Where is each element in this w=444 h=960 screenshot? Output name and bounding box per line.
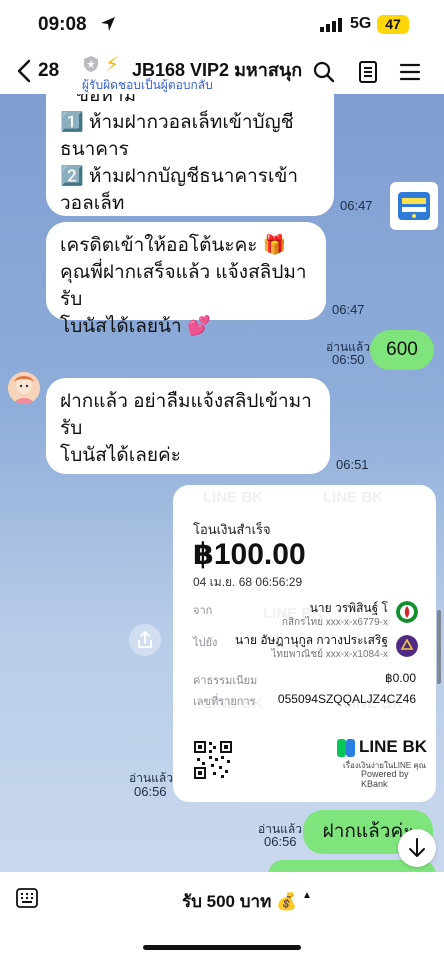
- message-line: 1️⃣ ห้ามฝากวอลเล็ทเข้าบัญชี: [60, 112, 294, 133]
- arrow-down-icon: [409, 838, 425, 857]
- message-time: 06:56: [134, 784, 167, 799]
- watermark: LINE BK: [323, 489, 383, 506]
- powered-by: Powered by KBank: [361, 769, 409, 789]
- linebk-brand: LINE BK: [359, 737, 427, 756]
- sticker-thumbnail[interactable]: [390, 182, 438, 230]
- message-line: ข้อห้าม: [76, 94, 137, 106]
- avatar-image: [8, 372, 40, 404]
- message-line: เครดิตเข้าให้ออโต้นะคะ 🎁: [60, 235, 287, 256]
- receipt-date: 04 เม.ย. 68 06:56:29: [193, 575, 303, 589]
- ref-label: เลขที่รายการ: [193, 696, 256, 708]
- message-time: 06:51: [336, 457, 369, 472]
- scroll-to-bottom-button[interactable]: [398, 829, 436, 867]
- ref-value: 055094SZQQALJZ4CZ46: [277, 692, 416, 706]
- message-line: ธนาคาร: [60, 139, 129, 160]
- sticker-icon: [398, 192, 430, 220]
- back-icon[interactable]: [16, 58, 32, 84]
- message-time: 06:50: [332, 352, 365, 367]
- message-line: โบนัสได้เลยค่ะ: [60, 445, 181, 466]
- shield-icon: [84, 56, 98, 72]
- share-icon: [138, 630, 152, 648]
- status-bar: 09:08 5G 47: [0, 0, 444, 52]
- kbank-logo-icon: [396, 601, 418, 623]
- chat-subtitle: ผู้รับผิดชอบเป็นผู้ตอบกลับ: [82, 78, 213, 92]
- message-line: 2️⃣ ห้ามฝากบัญชีธนาคารเข้า: [60, 166, 299, 187]
- message-bubble[interactable]: ฝากแล้ว อย่าลืมแจ้งสลิปเข้ามารับ โบนัสได…: [46, 378, 330, 474]
- message-bubble[interactable]: เครดิตเข้าให้ออโต้นะคะ 🎁 คุณพี่ฝากเสร็จแ…: [46, 222, 326, 337]
- from-label: จาก: [193, 605, 213, 617]
- from-account: กสิกรไทย xxx-x-x6779-x: [281, 617, 388, 628]
- menu-icon[interactable]: [398, 60, 422, 84]
- scb-logo-icon: [396, 635, 418, 657]
- transfer-slip-image[interactable]: LINE BK LINE BK LINE BK LINE BK LINE BK …: [173, 485, 436, 802]
- receipt-amount: ฿100.00: [193, 538, 306, 571]
- message-bubble[interactable]: ข้อห้าม 1️⃣ ห้ามฝากวอลเล็ทเข้าบัญชี ธนาค…: [46, 94, 334, 216]
- fee-value: ฿0.00: [385, 671, 416, 685]
- bolt-icon: ⚡: [105, 54, 120, 76]
- linebk-logo-icon: [337, 739, 355, 757]
- rich-menu-label[interactable]: รับ 500 บาท 💰: [182, 888, 297, 915]
- search-icon[interactable]: [312, 60, 336, 84]
- share-button[interactable]: [129, 624, 161, 656]
- home-indicator: [143, 945, 301, 950]
- message-time: 06:56: [264, 834, 297, 849]
- chat-area[interactable]: ข้อห้าม 1️⃣ ห้ามฝากวอลเล็ทเข้าบัญชี ธนาค…: [0, 94, 444, 872]
- status-time: 09:08: [38, 14, 87, 35]
- message-line: โบนัสได้เลยน้า 💕: [60, 316, 211, 337]
- keyboard-icon[interactable]: [16, 888, 38, 908]
- caret-up-icon[interactable]: ▲: [302, 890, 312, 901]
- avatar[interactable]: [8, 372, 40, 404]
- fee-label: ค่าธรรมเนียม: [193, 675, 258, 687]
- signal-icon: [320, 18, 342, 32]
- unread-count[interactable]: 28: [38, 60, 59, 82]
- message-line: วอลเล็ท: [60, 193, 125, 214]
- network-type: 5G: [350, 15, 372, 32]
- rich-menu-bar: รับ 500 บาท 💰 ▲: [0, 872, 444, 960]
- notes-icon[interactable]: [356, 60, 380, 84]
- location-arrow-icon: [101, 17, 115, 31]
- watermark: LINE BK: [203, 489, 263, 506]
- to-account: ไทยพาณิชย์ xxx-x-x1084-x: [271, 649, 388, 660]
- chat-header: 28 ⚡ JB168 VIP2 มหาสนุก ผู้รับผิดชอบเป็น…: [0, 52, 444, 94]
- message-line: คุณพี่ฝากเสร็จแล้ว แจ้งสลิปมารับ: [60, 262, 307, 310]
- scrollbar[interactable]: [437, 610, 441, 684]
- battery-indicator: 47: [377, 15, 409, 34]
- sent-message-bubble[interactable]: 600: [370, 330, 434, 370]
- to-label: ไปยัง: [193, 637, 218, 649]
- message-time: 06:47: [332, 302, 365, 317]
- message-line: ฝากแล้ว อย่าลืมแจ้งสลิปเข้ามารับ: [60, 391, 312, 439]
- message-time: 06:47: [340, 198, 373, 213]
- qr-code-icon: [193, 740, 233, 780]
